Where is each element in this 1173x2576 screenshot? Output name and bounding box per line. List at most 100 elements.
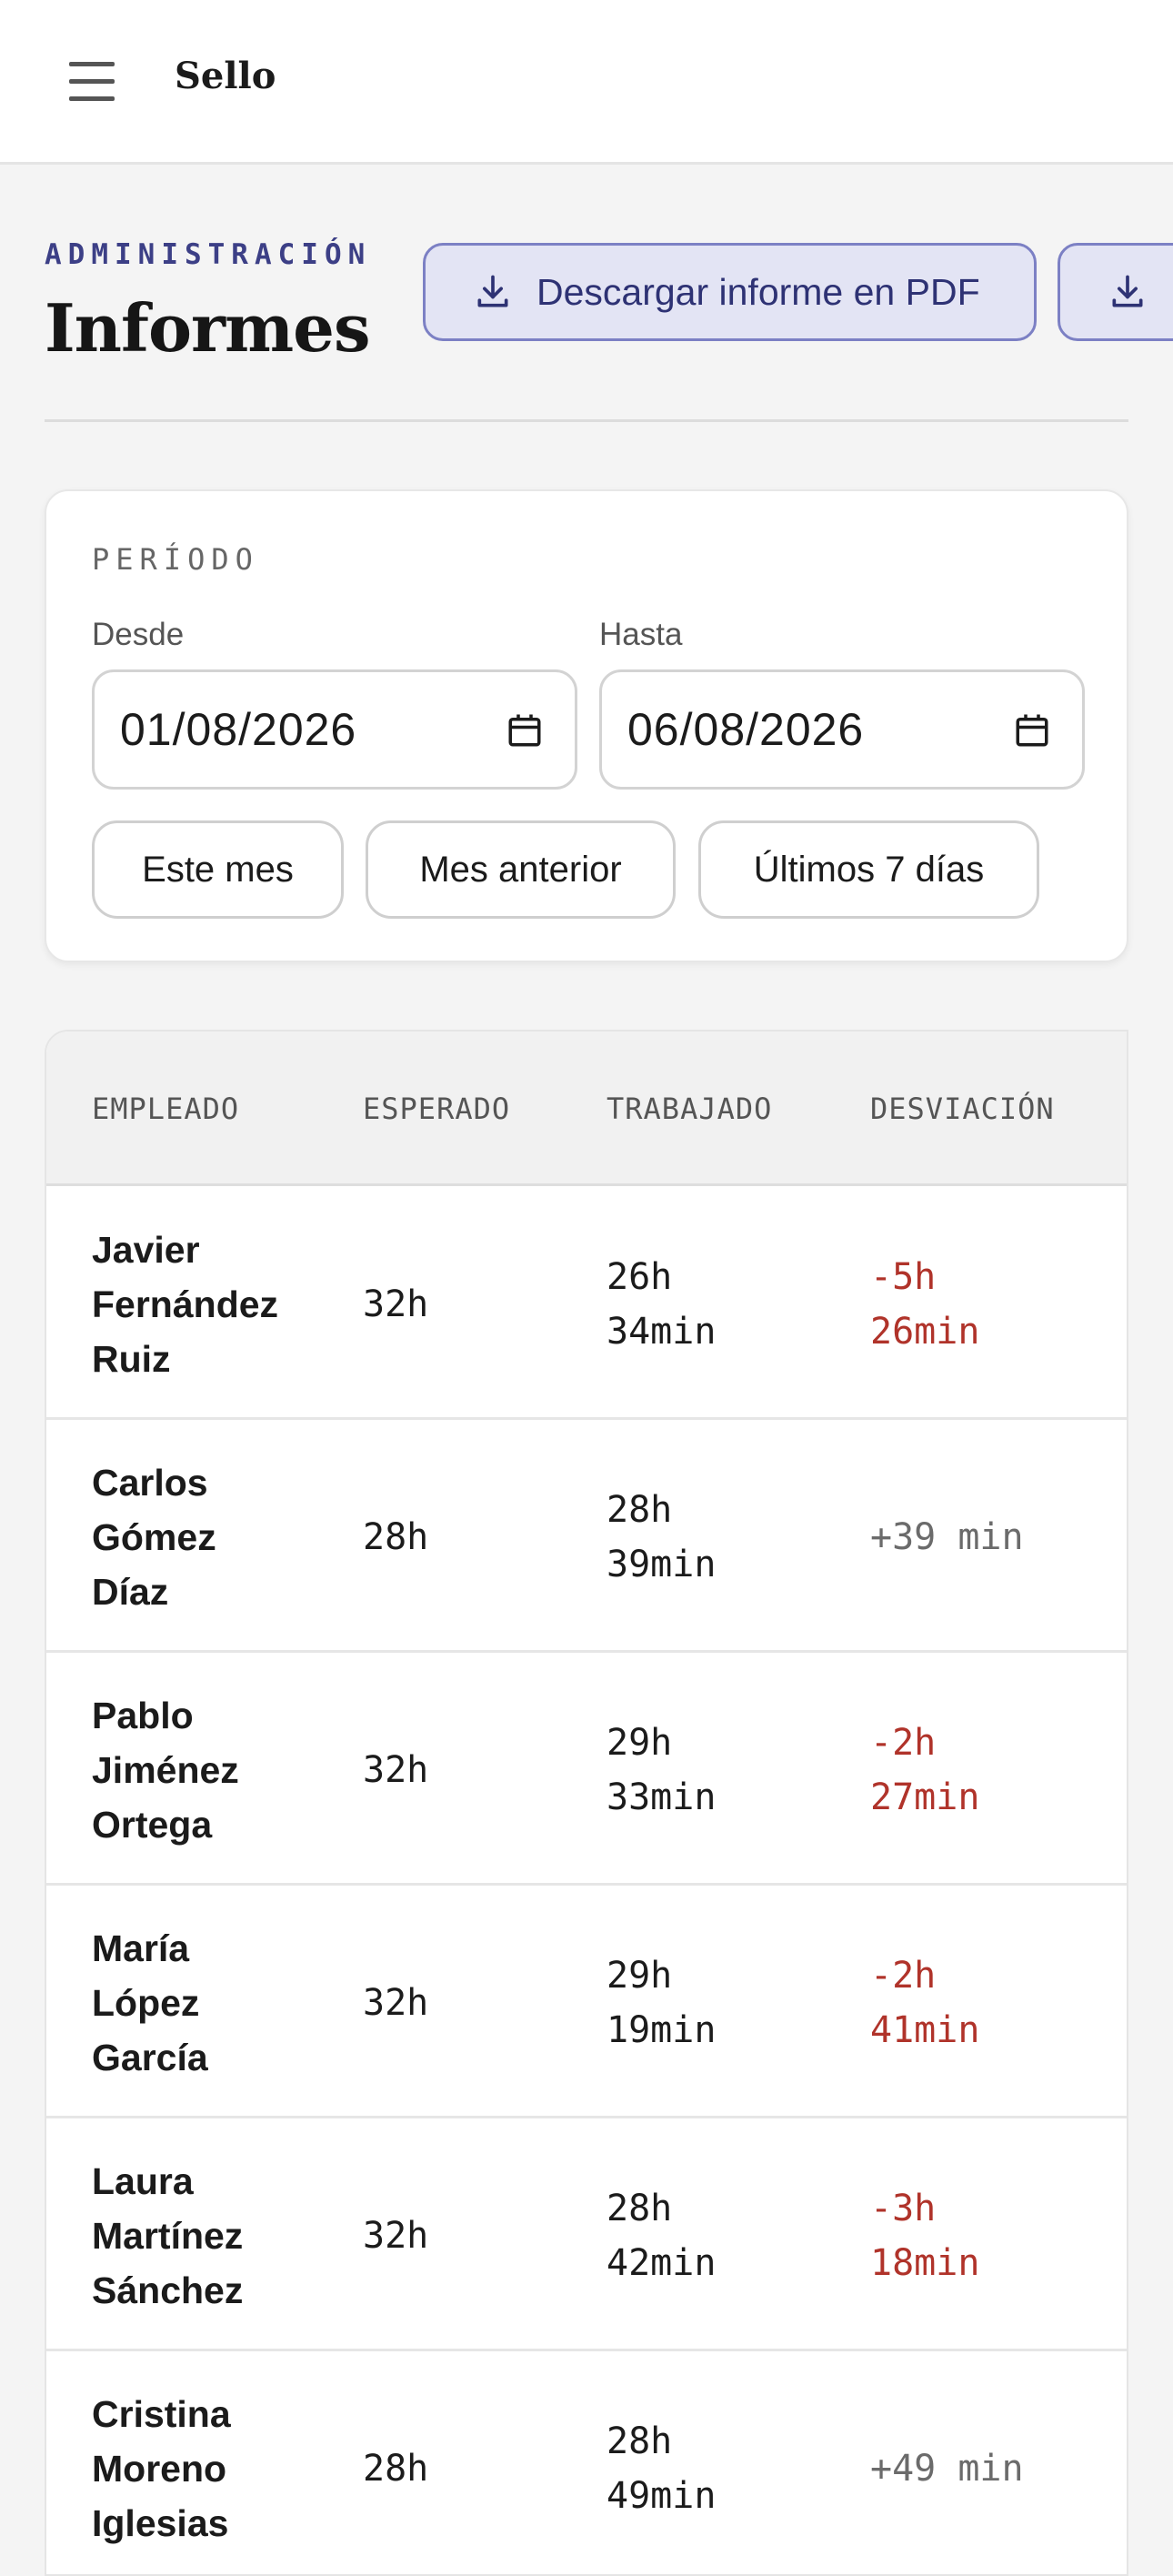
worked-hours-line: 42min bbox=[607, 2241, 717, 2284]
brand-name: Sello bbox=[175, 55, 276, 97]
preset-last-7-days-button[interactable]: Últimos 7 días bbox=[698, 820, 1039, 919]
deviation: -2h 27min bbox=[870, 1654, 1116, 1886]
table-header: EMPLEADO ESPERADO TRABAJADO DESVIACIÓN bbox=[46, 1031, 1127, 1186]
employee-name-line: María bbox=[92, 1927, 190, 1969]
worked-hours: 26h 34min bbox=[607, 1188, 825, 1420]
deviation: +49 min bbox=[870, 2352, 1116, 2574]
deviation-line: -2h bbox=[870, 1721, 937, 1764]
expected-hours: 32h bbox=[363, 1981, 429, 2024]
employee-name: Pablo Jiménez Ortega bbox=[92, 1654, 319, 1886]
worked-hours: 28h 49min bbox=[607, 2352, 825, 2574]
employee-name: María López García bbox=[92, 1887, 319, 2118]
from-label: Desde bbox=[92, 617, 185, 652]
deviation-line: 26min bbox=[870, 1310, 980, 1353]
employee-name-line: Jiménez bbox=[92, 1748, 239, 1791]
to-date-input[interactable]: 06/08/2026 bbox=[599, 669, 1085, 790]
to-date-value: 06/08/2026 bbox=[627, 704, 865, 755]
expected-hours: 32h bbox=[363, 1283, 429, 1325]
employee-name-line: Carlos bbox=[92, 1461, 208, 1504]
employee-name: Carlos Gómez Díaz bbox=[92, 1421, 319, 1653]
worked-hours-line: 19min bbox=[607, 2008, 717, 2051]
table-row[interactable]: Javier Fernández Ruiz 32h 26h 34min -5h 26min bbox=[46, 1188, 1127, 1420]
expected-hours: 32h bbox=[363, 2214, 429, 2257]
worked-hours: 28h 39min bbox=[607, 1421, 825, 1653]
worked-hours-line: 49min bbox=[607, 2474, 717, 2517]
employee-name: Javier Fernández Ruiz bbox=[92, 1188, 319, 1420]
deviation-line: 18min bbox=[870, 2241, 980, 2284]
deviation-line: 27min bbox=[870, 1776, 980, 1818]
worked-hours: 29h 19min bbox=[607, 1887, 825, 2118]
to-label: Hasta bbox=[599, 617, 683, 652]
employee-name-line: Gómez bbox=[92, 1515, 216, 1558]
employee-name-line: Moreno bbox=[92, 2447, 227, 2490]
download-pdf-button[interactable]: Descargar informe en PDF bbox=[423, 243, 1037, 341]
worked-hours-line: 26h bbox=[607, 1255, 673, 1298]
employee-name-line: Martínez bbox=[92, 2214, 244, 2257]
worked-hours-line: 34min bbox=[607, 1310, 717, 1353]
worked-hours-line: 28h bbox=[607, 2420, 673, 2462]
period-label: PERÍODO bbox=[92, 542, 259, 577]
table-row[interactable]: Laura Martínez Sánchez 32h 28h 42min -3h 18min bbox=[46, 2119, 1127, 2351]
top-bar: Sello bbox=[0, 0, 1173, 165]
employee-name-line: Sánchez bbox=[92, 2269, 244, 2311]
page-title: Informes bbox=[45, 289, 370, 367]
column-header-worked[interactable]: TRABAJADO bbox=[607, 1092, 772, 1126]
employee-name-line: Pablo bbox=[92, 1694, 194, 1736]
deviation-line: +49 min bbox=[870, 2447, 1024, 2490]
employee-name-line: Iglesias bbox=[92, 2501, 229, 2544]
deviation: -5h 26min bbox=[870, 1188, 1116, 1420]
download-icon bbox=[477, 275, 508, 307]
deviation: -2h 41min bbox=[870, 1887, 1116, 2118]
deviation-line: -3h bbox=[870, 2187, 937, 2229]
table-row[interactable]: Pablo Jiménez Ortega 32h 29h 33min -2h 27min bbox=[46, 1654, 1127, 1886]
table-row[interactable]: Carlos Gómez Díaz 28h 28h 39min +39 min bbox=[46, 1421, 1127, 1653]
worked-hours: 29h 33min bbox=[607, 1654, 825, 1886]
expected-hours: 32h bbox=[363, 1748, 429, 1791]
worked-hours-line: 28h bbox=[607, 1488, 673, 1531]
header-divider bbox=[45, 419, 1128, 422]
report-table: EMPLEADO ESPERADO TRABAJADO DESVIACIÓN J… bbox=[45, 1030, 1128, 2576]
worked-hours-line: 39min bbox=[607, 1543, 717, 1585]
table-row[interactable]: Cristina Moreno Iglesias 28h 28h 49min +49 min bbox=[46, 2352, 1127, 2574]
deviation: +39 min bbox=[870, 1421, 1116, 1653]
worked-hours-line: 29h bbox=[607, 1954, 673, 1997]
column-header-expected[interactable]: ESPERADO bbox=[363, 1092, 510, 1126]
employee-name-line: Fernández bbox=[92, 1283, 279, 1325]
deviation-line: 41min bbox=[870, 2008, 980, 2051]
table-row[interactable]: María López García 32h 29h 19min -2h 41min bbox=[46, 1887, 1127, 2118]
deviation-line: -5h bbox=[870, 1255, 937, 1298]
expected-hours: 28h bbox=[363, 1515, 429, 1558]
download-pdf-label: Descargar informe en PDF bbox=[536, 270, 980, 313]
period-card: PERÍODO Desde 01/08/2026 Hasta 06/08/202… bbox=[45, 489, 1128, 962]
from-date-value: 01/08/2026 bbox=[120, 704, 357, 755]
worked-hours-line: 33min bbox=[607, 1776, 717, 1818]
calendar-icon[interactable] bbox=[1013, 710, 1051, 750]
employee-name-line: Díaz bbox=[92, 1570, 169, 1613]
worked-hours-line: 29h bbox=[607, 1721, 673, 1764]
employee-name-line: Ortega bbox=[92, 1803, 213, 1846]
employee-name: Cristina Moreno Iglesias bbox=[92, 2352, 319, 2574]
worked-hours-line: 28h bbox=[607, 2187, 673, 2229]
employee-name: Laura Martínez Sánchez bbox=[92, 2119, 319, 2351]
deviation: -3h 18min bbox=[870, 2119, 1116, 2351]
employee-name-line: García bbox=[92, 2036, 208, 2078]
column-header-employee[interactable]: EMPLEADO bbox=[92, 1092, 239, 1126]
section-eyebrow: ADMINISTRACIÓN bbox=[45, 238, 372, 271]
deviation-line: +39 min bbox=[870, 1515, 1024, 1558]
from-date-input[interactable]: 01/08/2026 bbox=[92, 669, 577, 790]
employee-name-line: López bbox=[92, 1981, 200, 2024]
worked-hours: 28h 42min bbox=[607, 2119, 825, 2351]
calendar-icon[interactable] bbox=[506, 710, 544, 750]
employee-name-line: Javier bbox=[92, 1228, 200, 1271]
download-secondary-button[interactable] bbox=[1058, 243, 1173, 341]
column-header-deviation[interactable]: DESVIACIÓN bbox=[870, 1092, 1055, 1126]
download-icon bbox=[1112, 275, 1143, 307]
expected-hours: 28h bbox=[363, 2447, 429, 2490]
employee-name-line: Cristina bbox=[92, 2392, 231, 2435]
preset-previous-month-button[interactable]: Mes anterior bbox=[366, 820, 676, 919]
hamburger-menu-icon[interactable] bbox=[69, 62, 115, 102]
deviation-line: -2h bbox=[870, 1954, 937, 1997]
preset-this-month-button[interactable]: Este mes bbox=[92, 820, 344, 919]
employee-name-line: Ruiz bbox=[92, 1337, 171, 1380]
employee-name-line: Laura bbox=[92, 2159, 194, 2202]
